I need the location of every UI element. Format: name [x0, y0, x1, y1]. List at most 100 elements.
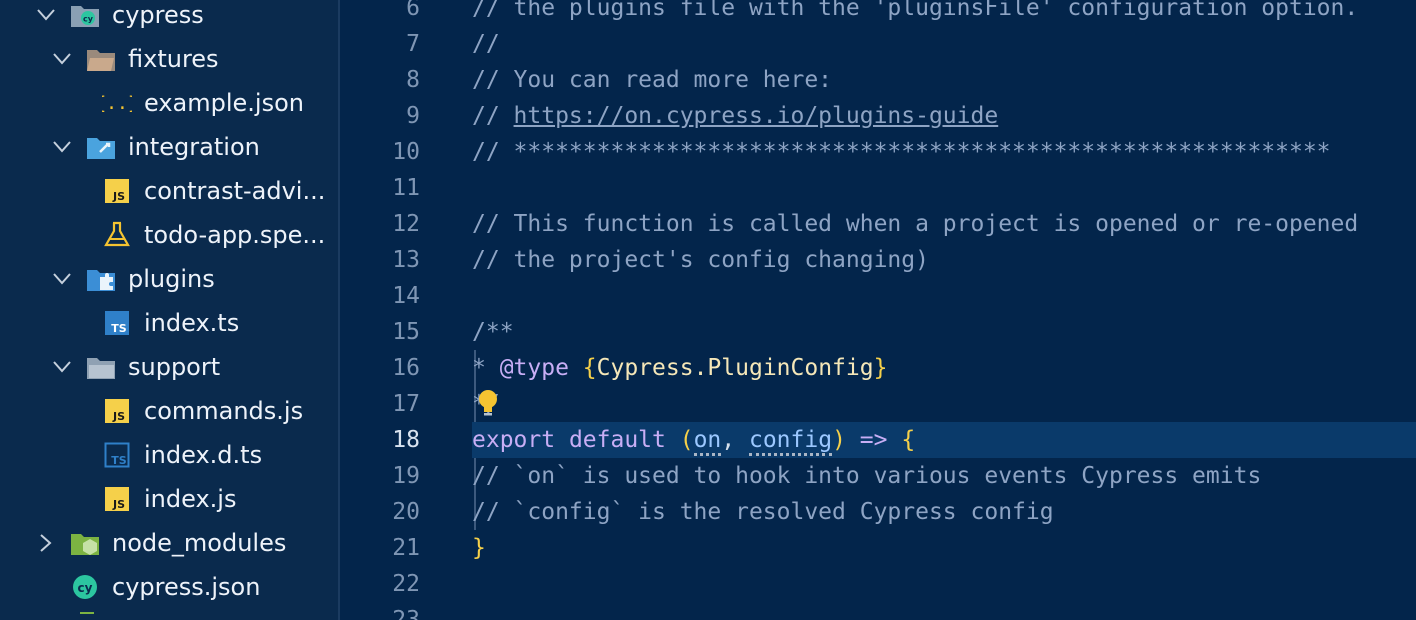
keyword-export: export — [472, 427, 556, 453]
chevron-down-icon[interactable] — [50, 135, 74, 159]
tree-item-fixtures[interactable]: fixtures — [0, 37, 338, 81]
code-line-6: // the plugins file with the 'pluginsFil… — [472, 0, 1359, 21]
chevron-down-icon[interactable] — [50, 47, 74, 71]
svg-text:TS: TS — [111, 454, 127, 467]
code-line-9: // https://on.cypress.io/plugins-guide — [472, 98, 998, 134]
param-config: config — [748, 427, 833, 456]
tree-item-index-js[interactable]: JS index.js — [0, 477, 338, 521]
paren-open: ( — [679, 427, 694, 453]
plugins-guide-link[interactable]: https://on.cypress.io/plugins-guide — [514, 103, 999, 129]
jsdoc-star: * — [472, 355, 500, 381]
line-number: 23 — [392, 607, 420, 620]
code-line-21: } — [472, 535, 486, 561]
chevron-down-icon[interactable] — [50, 267, 74, 291]
arrow: => — [845, 427, 902, 453]
tree-item-label: node_modules — [112, 529, 287, 557]
integration-folder-icon — [86, 132, 116, 162]
plugins-folder-icon — [86, 264, 116, 294]
param-on: on — [693, 427, 722, 456]
tree-item-index-ts[interactable]: TS index.ts — [0, 301, 338, 345]
tree-item-cypress[interactable]: cy cypress — [0, 0, 338, 37]
cypress-folder-icon: cy — [70, 0, 100, 30]
code-line-19: // `on` is used to hook into various eve… — [472, 463, 1262, 489]
line-number: 21 — [392, 535, 420, 561]
tree-item-label: fixtures — [128, 45, 219, 73]
line-number: 18 — [392, 427, 420, 453]
tree-item-plugins[interactable]: plugins — [0, 257, 338, 301]
tree-item-label: integration — [128, 133, 260, 161]
tree-item-label: index.ts — [144, 309, 240, 337]
code-line-13: // the project's config changing) — [472, 247, 929, 273]
svg-text:JS: JS — [112, 190, 125, 203]
tree-item-contrast-advisor[interactable]: JS contrast-advi... — [0, 169, 338, 213]
comma: , — [721, 427, 749, 453]
line-number: 6 — [406, 0, 420, 21]
tree-item-label: contrast-advi... — [144, 177, 326, 205]
tree-item-label: plugins — [128, 265, 215, 293]
code-line-8: // You can read more here: — [472, 67, 833, 93]
code-line-12: // This function is called when a projec… — [472, 211, 1359, 237]
tree-item-label: cypress — [112, 1, 204, 29]
tree-item-todo-app-spec[interactable]: todo-app.spe... — [0, 213, 338, 257]
tree-item-index-d-ts[interactable]: TS index.d.ts — [0, 433, 338, 477]
tree-item-label: support — [128, 353, 221, 381]
svg-text:JS: JS — [112, 410, 125, 423]
tree-item-integration[interactable]: integration — [0, 125, 338, 169]
tree-item-label: todo-app.spe... — [144, 221, 326, 249]
code-editor[interactable]: 6 7 8 9 10 11 12 13 14 15 16 17 18 19 20… — [340, 0, 1416, 620]
line-number: 8 — [406, 67, 420, 93]
js-file-icon: JS — [102, 396, 132, 426]
brace-open: { — [901, 427, 916, 453]
line-number: 13 — [392, 247, 420, 273]
code-line-15: /** — [472, 319, 514, 345]
comment-prefix: // — [472, 103, 514, 129]
line-number: 10 — [392, 139, 420, 165]
line-number: 11 — [392, 175, 420, 201]
jsdoc-tag: @type — [499, 355, 569, 381]
lightbulb-icon[interactable] — [477, 388, 499, 420]
code-line-16: * @type {Cypress.PluginConfig} — [472, 350, 887, 386]
code-line-7: // — [472, 31, 500, 57]
jsdoc-type: Cypress.PluginConfig — [596, 355, 874, 381]
line-number: 16 — [392, 355, 420, 381]
line-number: 22 — [392, 571, 420, 597]
svg-text:TS: TS — [111, 322, 127, 335]
line-number: 9 — [406, 103, 420, 129]
line-number: 20 — [392, 499, 420, 525]
file-explorer: cy cypress fixtures {..} example.json in… — [0, 0, 340, 620]
paren-close: ) — [832, 427, 846, 453]
svg-text:cy: cy — [78, 581, 93, 595]
jsdoc-brace-close: } — [873, 355, 888, 381]
svg-text:cy: cy — [83, 15, 94, 24]
svg-text:{..}: {..} — [102, 93, 132, 114]
tree-item-example-json[interactable]: {..} example.json — [0, 81, 338, 125]
jsdoc-brace-open: { — [568, 355, 597, 381]
keyword-default: default — [555, 427, 680, 453]
line-number: 7 — [406, 31, 420, 57]
partial-tree-icon — [80, 612, 94, 620]
tree-item-node-modules[interactable]: node_modules — [0, 521, 338, 565]
ts-definition-file-icon: TS — [102, 440, 132, 470]
code-line-18: export default (on, config) => { — [472, 422, 915, 458]
ts-file-icon: TS — [102, 308, 132, 338]
cypress-json-icon: cy — [70, 572, 100, 602]
tree-item-label: index.d.ts — [144, 441, 263, 469]
chevron-down-icon[interactable] — [50, 355, 74, 379]
tree-item-label: cypress.json — [112, 573, 261, 601]
tree-item-label: example.json — [144, 89, 304, 117]
code-line-20: // `config` is the resolved Cypress conf… — [472, 499, 1054, 525]
js-file-icon: JS — [102, 484, 132, 514]
line-number: 14 — [392, 283, 420, 309]
tree-item-support[interactable]: support — [0, 345, 338, 389]
chevron-down-icon[interactable] — [34, 3, 58, 27]
tree-item-commands-js[interactable]: JS commands.js — [0, 389, 338, 433]
line-number: 17 — [392, 391, 420, 417]
tree-item-cypress-json[interactable]: cy cypress.json — [0, 565, 338, 609]
flask-test-icon — [102, 220, 132, 250]
line-number: 12 — [392, 211, 420, 237]
line-number: 19 — [392, 463, 420, 489]
code-line-10: // *************************************… — [472, 139, 1331, 165]
chevron-right-icon[interactable] — [34, 531, 58, 555]
line-number: 15 — [392, 319, 420, 345]
json-file-icon: {..} — [102, 88, 132, 118]
